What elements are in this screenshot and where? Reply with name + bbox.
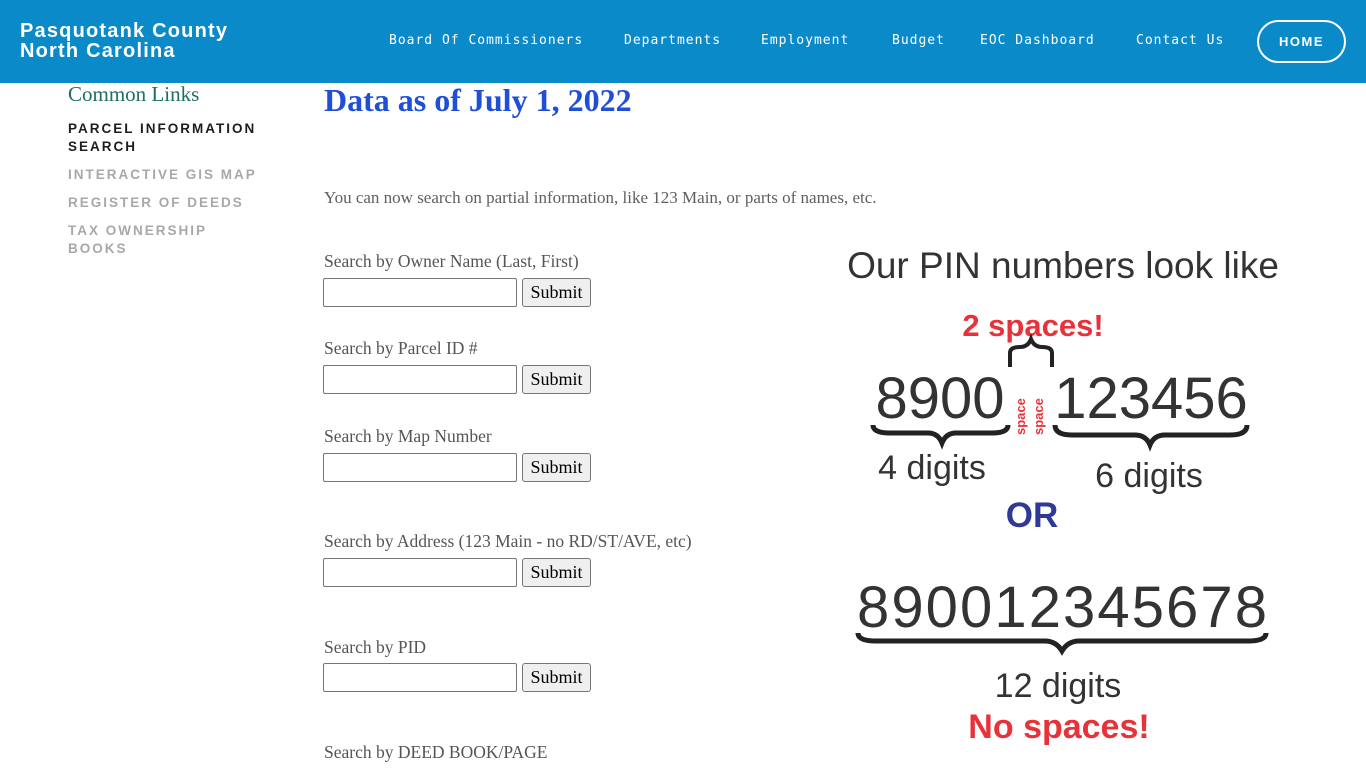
pin-format-graphic: Our PIN numbers look like 2 spaces! 8900…	[810, 235, 1330, 755]
main-nav: Board Of Commissioners Departments Emplo…	[0, 0, 1366, 83]
map-number-input[interactable]	[323, 453, 517, 482]
space-label-1: space	[1013, 398, 1028, 435]
part2-caption: 6 digits	[1095, 457, 1203, 495]
sidebar-title: Common Links	[68, 82, 200, 106]
parcel-id-submit-button[interactable]: Submit	[522, 365, 591, 394]
address-label: Search by Address (123 Main - no RD/ST/A…	[324, 531, 692, 551]
pin-full: 890012345678	[857, 575, 1267, 640]
pin-heading: Our PIN numbers look like	[847, 245, 1279, 286]
nav-employment[interactable]: Employment	[761, 33, 849, 48]
pid-input[interactable]	[323, 663, 517, 692]
part1-caption: 4 digits	[878, 449, 986, 487]
sidebar-link-interactive-gis-map[interactable]: INTERACTIVE GIS MAP	[68, 166, 268, 184]
intro-text: You can now search on partial informatio…	[324, 188, 877, 207]
pin-part1: 8900	[875, 366, 1004, 431]
page-title: Data as of July 1, 2022	[324, 82, 632, 118]
owner-name-label: Search by Owner Name (Last, First)	[324, 251, 579, 271]
map-number-submit-button[interactable]: Submit	[522, 453, 591, 482]
spaces-brace-icon	[1008, 333, 1054, 367]
site-header: Pasquotank County North Carolina Board O…	[0, 0, 1366, 83]
sidebar-link-register-of-deeds[interactable]: REGISTER OF DEEDS	[68, 194, 268, 212]
space-label-2: space	[1031, 398, 1046, 435]
nav-eoc-dashboard[interactable]: EOC Dashboard	[980, 33, 1095, 48]
deed-book-page-label: Search by DEED BOOK/PAGE	[324, 742, 548, 762]
pid-submit-button[interactable]: Submit	[522, 663, 591, 692]
parcel-id-label: Search by Parcel ID #	[324, 338, 478, 358]
map-number-label: Search by Map Number	[324, 426, 492, 446]
nav-contact-us[interactable]: Contact Us	[1136, 33, 1224, 48]
address-input[interactable]	[323, 558, 517, 587]
or-text: OR	[1006, 496, 1059, 535]
sidebar-link-parcel-information-search[interactable]: PARCEL INFORMATION SEARCH	[68, 120, 268, 156]
owner-name-submit-button[interactable]: Submit	[522, 278, 591, 307]
nav-board-of-commissioners[interactable]: Board Of Commissioners	[389, 33, 583, 48]
parcel-id-input[interactable]	[323, 365, 517, 394]
owner-name-input[interactable]	[323, 278, 517, 307]
nav-departments[interactable]: Departments	[624, 33, 721, 48]
nav-budget[interactable]: Budget	[892, 33, 945, 48]
two-spaces-note: 2 spaces!	[962, 308, 1103, 343]
no-spaces-note: No spaces!	[968, 708, 1149, 746]
pid-label: Search by PID	[324, 637, 427, 657]
pin-part2: 123456	[1054, 366, 1248, 431]
sidebar-link-tax-ownership-books[interactable]: TAX OWNERSHIP BOOKS	[68, 222, 228, 258]
address-submit-button[interactable]: Submit	[522, 558, 591, 587]
pin-format-svg: Our PIN numbers look like 2 spaces! 8900…	[847, 245, 1279, 746]
full-caption: 12 digits	[995, 667, 1122, 705]
home-button[interactable]: HOME	[1257, 20, 1346, 63]
